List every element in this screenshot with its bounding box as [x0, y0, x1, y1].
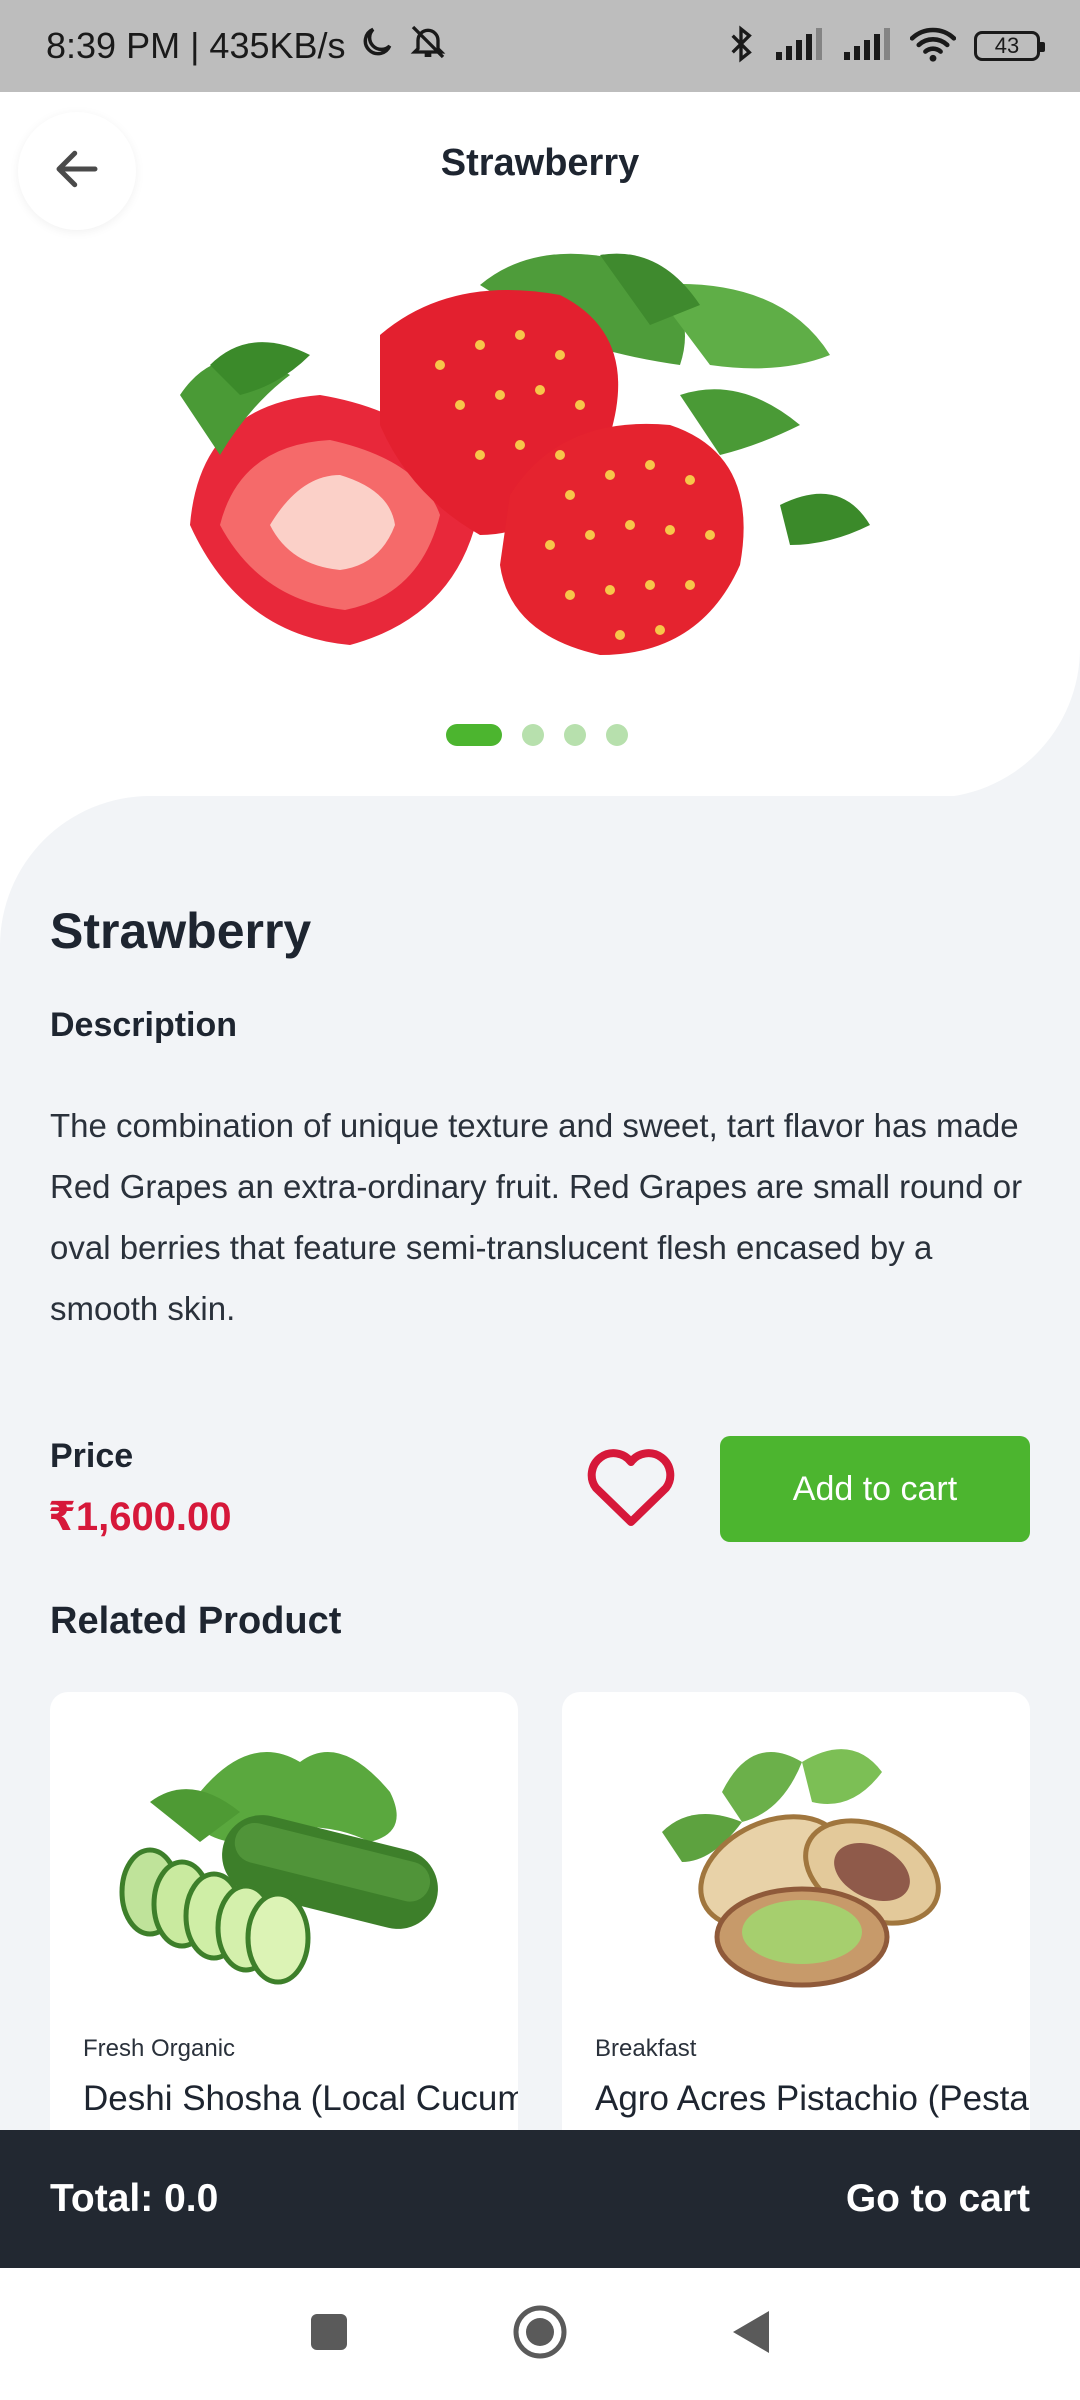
back-icon[interactable] [729, 2307, 773, 2362]
status-left: 8:39 PM | 435KB/s [46, 22, 448, 71]
go-to-cart-button[interactable]: Go to cart [846, 2177, 1030, 2221]
cucumber-image [110, 1732, 460, 1992]
strawberry-image[interactable] [180, 245, 880, 665]
price-value: ₹1,600.00 [48, 1495, 232, 1539]
description-title: Description [50, 1006, 238, 1044]
status-time-speed: 8:39 PM | 435KB/s [46, 25, 346, 66]
system-nav-bar [0, 2268, 1080, 2400]
carousel-dot[interactable] [522, 724, 544, 746]
product-name: Strawberry [50, 903, 312, 959]
add-to-cart-button[interactable]: Add to cart [720, 1436, 1030, 1542]
recents-icon[interactable] [307, 2310, 351, 2359]
signal-icon [842, 26, 892, 67]
page-title: Strawberry [440, 142, 640, 184]
pistachio-image [622, 1732, 972, 1992]
wishlist-button[interactable] [586, 1448, 676, 1528]
heart-outline-icon [586, 1449, 676, 1532]
carousel-dot[interactable] [606, 724, 628, 746]
product-category: Breakfast [595, 2035, 697, 2062]
battery-level: 43 [994, 33, 1020, 58]
signal-icon [774, 26, 824, 67]
cart-bar: Total: 0.0 Go to cart [0, 2130, 1080, 2268]
related-product-card[interactable]: Breakfast Agro Acres Pistachio (Pesta Ba… [562, 1692, 1030, 2172]
carousel-dots [446, 724, 628, 746]
moon-icon [358, 23, 396, 70]
related-product-card[interactable]: Fresh Organic Deshi Shosha (Local Cucumb… [50, 1692, 518, 2172]
home-icon[interactable] [511, 2303, 569, 2366]
description-text: The combination of unique texture and sw… [50, 1107, 1023, 1327]
product-detail-screen: 8:39 PM | 435KB/s 43 Strawberry Strawber… [0, 0, 1080, 2400]
price-label: Price [50, 1437, 134, 1475]
carousel-dot[interactable] [564, 724, 586, 746]
cart-total: Total: 0.0 [50, 2177, 219, 2220]
status-bar: 8:39 PM | 435KB/s 43 [0, 0, 1080, 92]
battery-icon: 43 [974, 31, 1045, 61]
bell-off-icon [408, 22, 448, 71]
product-title: Deshi Shosha (Local Cucumber) ± 25 gm [83, 2079, 518, 2118]
carousel-dot-active[interactable] [446, 724, 502, 746]
product-category: Fresh Organic [83, 2035, 236, 2062]
wifi-icon [909, 25, 957, 68]
product-title: Agro Acres Pistachio (Pesta Badam) [595, 2079, 1030, 2118]
related-products-title: Related Product [50, 1600, 342, 1642]
bluetooth-icon [726, 24, 756, 69]
status-right: 43 [726, 24, 1045, 69]
